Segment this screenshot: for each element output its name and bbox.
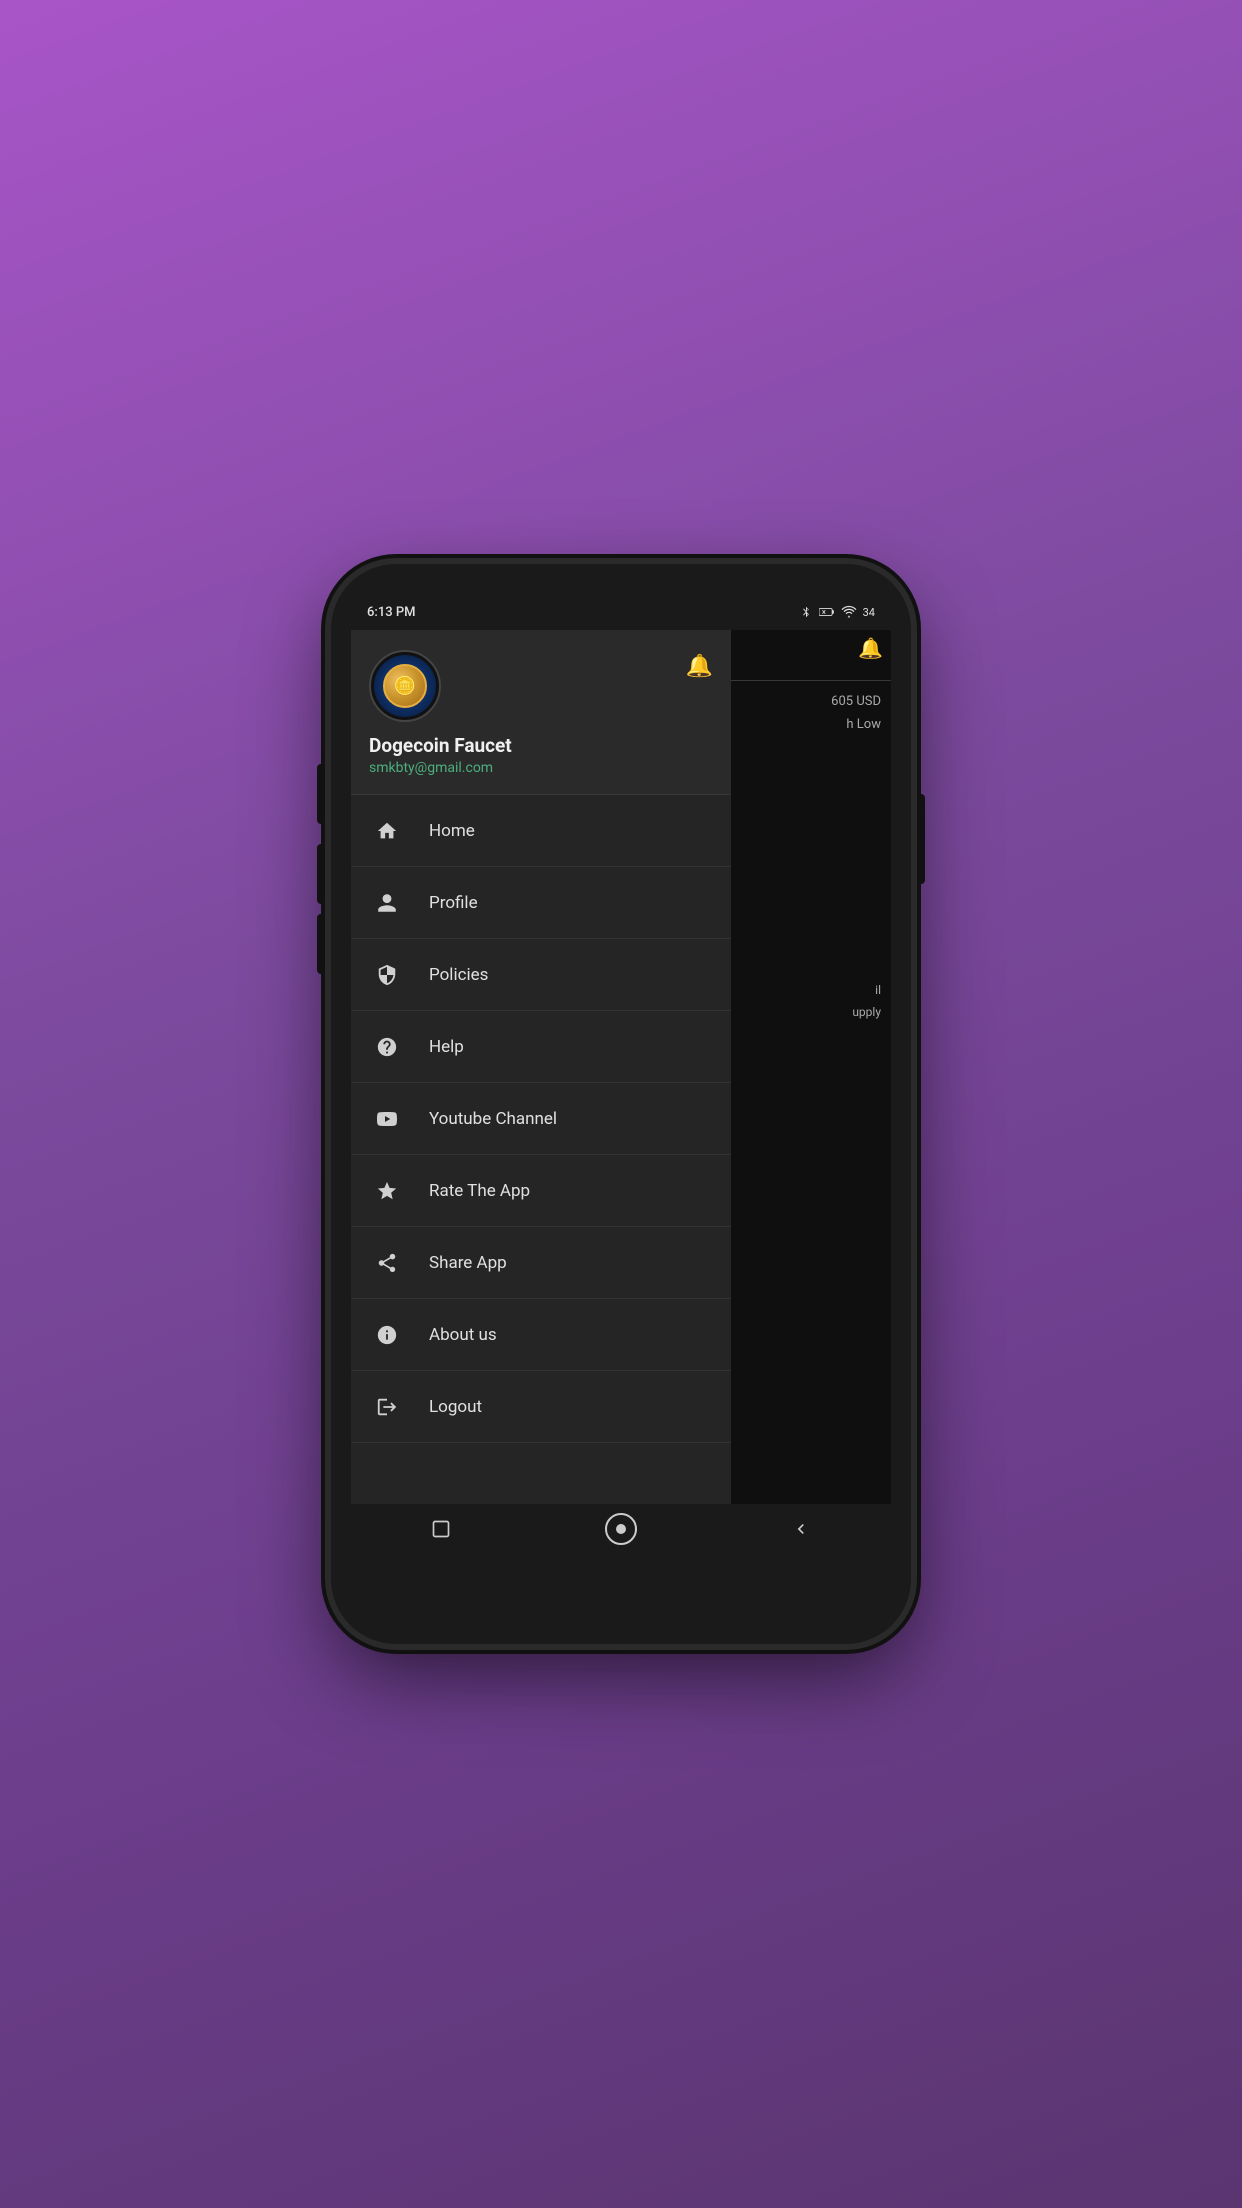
nav-home-dot (616, 1524, 626, 1534)
share-icon (369, 1245, 405, 1281)
menu-item-youtube[interactable]: Youtube Channel (351, 1083, 731, 1155)
notification-bell-icon[interactable]: 🔔 (686, 654, 713, 679)
youtube-label: Youtube Channel (429, 1109, 557, 1129)
home-label: Home (429, 821, 475, 841)
nav-home-circle (605, 1513, 637, 1545)
menu-item-policies[interactable]: Policies (351, 939, 731, 1011)
star-icon (369, 1173, 405, 1209)
rate-label: Rate The App (429, 1181, 530, 1201)
menu-item-logout[interactable]: Logout (351, 1371, 731, 1443)
profile-label: Profile (429, 893, 478, 913)
phone-screen: 6:13 PM (351, 594, 891, 1554)
wifi-icon (841, 605, 857, 619)
nav-home-button[interactable] (601, 1509, 641, 1549)
menu-item-home[interactable]: Home (351, 795, 731, 867)
share-label: Share App (429, 1253, 507, 1273)
logout-label: Logout (429, 1397, 482, 1417)
menu-item-profile[interactable]: Profile (351, 867, 731, 939)
about-label: About us (429, 1325, 497, 1345)
phone-device: 6:13 PM (331, 564, 911, 1644)
help-icon (369, 1029, 405, 1065)
avatar: 🪙 (369, 650, 441, 722)
menu-item-about[interactable]: About us (351, 1299, 731, 1371)
navigation-drawer: 🪙 🔔 Dogecoin Faucet smkbty@gmail.com (351, 630, 731, 1504)
nav-back-button[interactable] (781, 1509, 821, 1549)
home-icon (369, 813, 405, 849)
drawer-header: 🪙 🔔 Dogecoin Faucet smkbty@gmail.com (351, 630, 731, 795)
menu-item-help[interactable]: Help (351, 1011, 731, 1083)
menu-list: Home Profile (351, 795, 731, 1504)
menu-item-share[interactable]: Share App (351, 1227, 731, 1299)
user-email: smkbty@gmail.com (369, 760, 713, 776)
drawer-overlay (731, 630, 891, 1504)
screen-content: 🪙 🔔 Dogecoin Faucet smkbty@gmail.com (351, 630, 891, 1504)
navigation-bar (351, 1504, 891, 1554)
background-content: 605 USD h Low il upply 🔔 (731, 630, 891, 1504)
logout-icon (369, 1389, 405, 1425)
policies-label: Policies (429, 965, 488, 985)
app-bell-icon[interactable]: 🔔 (858, 636, 883, 660)
youtube-icon (369, 1101, 405, 1137)
menu-item-rate[interactable]: Rate The App (351, 1155, 731, 1227)
status-time: 6:13 PM (367, 605, 416, 620)
bluetooth-icon (799, 605, 813, 619)
app-title: Dogecoin Faucet (369, 734, 713, 757)
status-bar: 6:13 PM (351, 594, 891, 630)
coin-logo: 🪙 (383, 664, 427, 708)
header-divider (731, 680, 891, 681)
status-icons: 34 (799, 605, 875, 619)
person-icon (369, 885, 405, 921)
shield-icon (369, 957, 405, 993)
nav-recents-button[interactable] (421, 1509, 461, 1549)
battery-icon (819, 605, 835, 619)
battery-level: 34 (863, 606, 875, 619)
help-label: Help (429, 1037, 464, 1057)
bg-supply-text: il upply (852, 980, 881, 1023)
bg-balance-text: 605 USD h Low (831, 690, 881, 737)
info-icon (369, 1317, 405, 1353)
